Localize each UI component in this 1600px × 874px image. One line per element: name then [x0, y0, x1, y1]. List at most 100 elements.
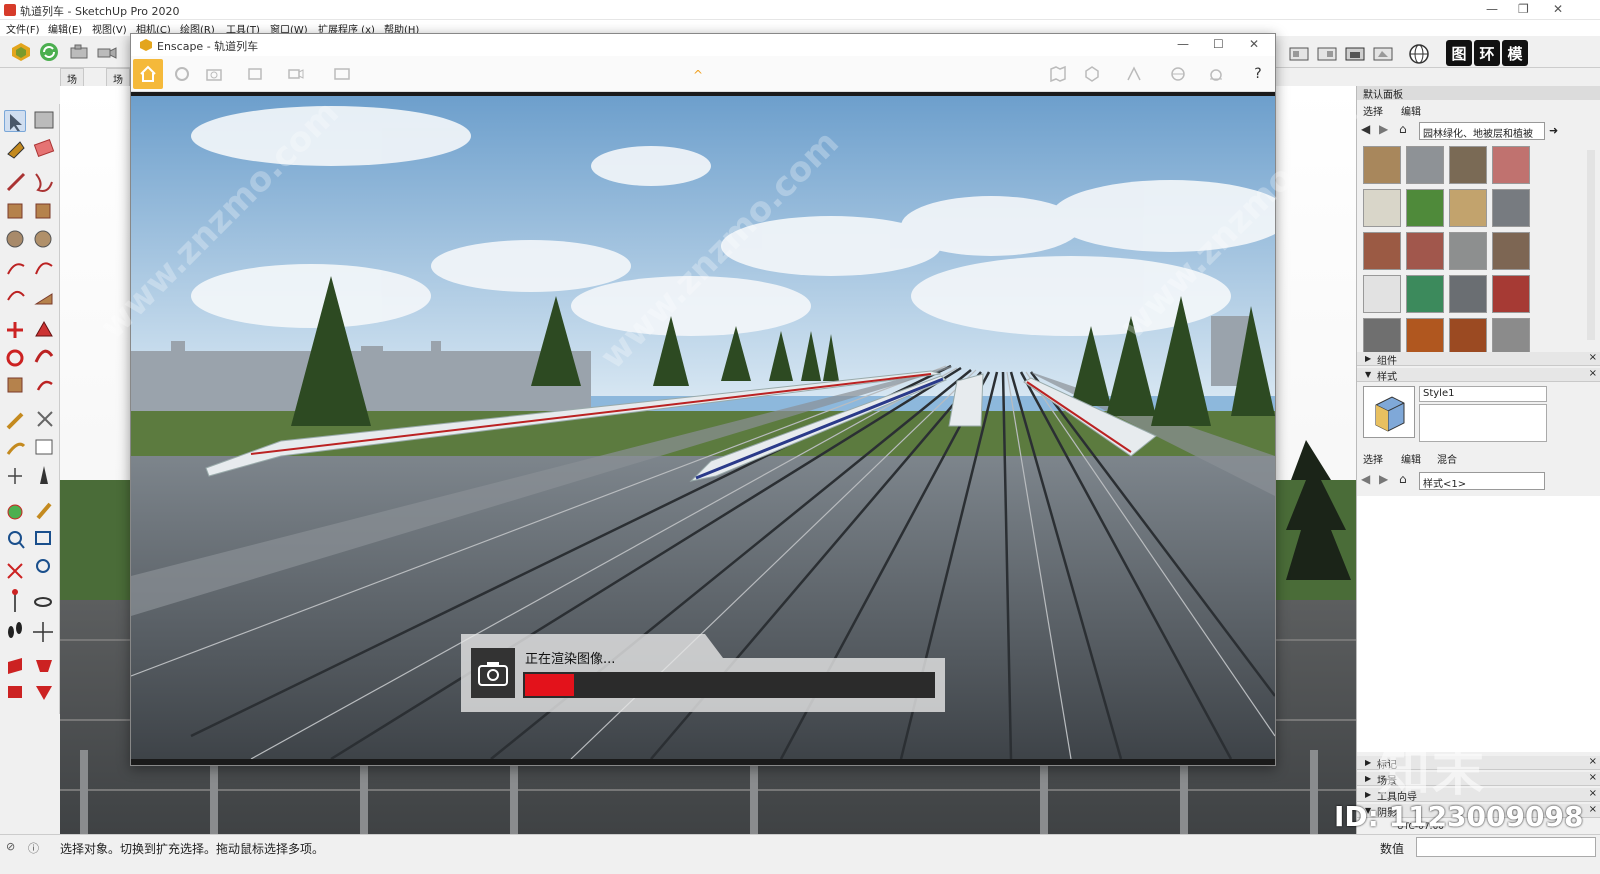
- warehouse-icon[interactable]: [4, 654, 26, 676]
- restore-icon[interactable]: ❐: [1518, 2, 1529, 16]
- export-icon[interactable]: [331, 64, 353, 84]
- plugin-button-2[interactable]: 环: [1474, 40, 1500, 66]
- enscape-minimize-icon[interactable]: —: [1177, 37, 1189, 51]
- eraser-icon[interactable]: [32, 140, 54, 162]
- menu-view[interactable]: 视图(V): [92, 21, 127, 36]
- material-swatch[interactable]: [1449, 275, 1487, 313]
- scale-tool-icon[interactable]: [4, 374, 26, 396]
- pie-tool-icon[interactable]: [32, 284, 54, 306]
- rotated-rectangle-icon[interactable]: [32, 202, 54, 224]
- geo-location-icon[interactable]: [1406, 41, 1432, 67]
- collapse-chevron-icon[interactable]: ^: [693, 68, 703, 82]
- text-tool-icon[interactable]: [32, 436, 54, 458]
- styles-forward-icon[interactable]: ▶: [1379, 472, 1388, 486]
- batch-render-icon[interactable]: [245, 64, 267, 84]
- follow-me-icon[interactable]: [32, 346, 54, 368]
- geo-status-icon[interactable]: ⊘: [6, 840, 15, 853]
- three-point-arc-icon[interactable]: [4, 284, 26, 306]
- push-pull-icon[interactable]: [32, 318, 54, 340]
- material-swatch[interactable]: [1363, 189, 1401, 227]
- scene-tab-1[interactable]: 场景号1: [60, 68, 84, 127]
- select-tool-icon[interactable]: [4, 110, 26, 132]
- component-tool-icon[interactable]: [32, 110, 54, 132]
- swatch-scrollbar[interactable]: [1587, 150, 1595, 340]
- asset-library-icon[interactable]: [1081, 64, 1103, 84]
- styles-home-icon[interactable]: ⌂: [1399, 472, 1407, 486]
- send-to-layout-icon[interactable]: [4, 682, 26, 704]
- styles-back-icon[interactable]: ◀: [1361, 472, 1370, 486]
- styles-dropdown[interactable]: 样式<1>: [1419, 472, 1545, 490]
- material-swatch[interactable]: [1492, 318, 1530, 356]
- previous-view-icon[interactable]: [32, 556, 54, 578]
- offset-tool-icon[interactable]: [32, 374, 54, 396]
- measurements-input[interactable]: [1416, 837, 1596, 857]
- material-swatch[interactable]: [1449, 318, 1487, 356]
- menu-file[interactable]: 文件(F): [6, 21, 40, 36]
- material-swatch[interactable]: [1492, 146, 1530, 184]
- pan-tool-icon[interactable]: [32, 500, 54, 522]
- style-name-field[interactable]: Style1: [1419, 386, 1547, 402]
- ruby-console-icon[interactable]: [32, 682, 54, 704]
- screenshot-icon[interactable]: [203, 64, 225, 84]
- plugin-button-1[interactable]: 图: [1446, 40, 1472, 66]
- back-arrow-icon[interactable]: ◀: [1361, 122, 1370, 136]
- video-editor-icon[interactable]: [285, 64, 307, 84]
- zoom-extents-icon[interactable]: [4, 556, 26, 578]
- help-icon[interactable]: ?: [1247, 64, 1269, 84]
- close-icon[interactable]: ✕: [1553, 2, 1563, 16]
- home-icon[interactable]: [133, 59, 163, 89]
- enscape-sync-icon[interactable]: [36, 39, 62, 65]
- details-arrow-icon[interactable]: ➜: [1549, 124, 1558, 137]
- material-swatch[interactable]: [1406, 232, 1444, 270]
- two-point-arc-icon[interactable]: [32, 258, 54, 280]
- info-icon[interactable]: ⓘ: [28, 840, 39, 856]
- look-around-icon[interactable]: [32, 590, 54, 612]
- style-description-field[interactable]: [1419, 404, 1547, 442]
- walk-tool-icon[interactable]: [4, 618, 26, 640]
- video-camera-icon[interactable]: [94, 39, 120, 65]
- vr-icon[interactable]: [1167, 64, 1189, 84]
- material-swatch[interactable]: [1406, 275, 1444, 313]
- orbit-tool-icon[interactable]: [4, 500, 26, 522]
- view-top-icon[interactable]: [1314, 41, 1340, 67]
- dimension-tool-icon[interactable]: [32, 408, 54, 430]
- material-swatch[interactable]: [1492, 275, 1530, 313]
- rotate-tool-icon[interactable]: [4, 346, 26, 368]
- rectangle-tool-icon[interactable]: [4, 202, 26, 224]
- enscape-render-viewport[interactable]: 正在渲染图像...: [131, 96, 1275, 759]
- material-swatch[interactable]: [1449, 189, 1487, 227]
- line-tool-icon[interactable]: [4, 172, 26, 194]
- components-section-header[interactable]: ▶ 组件 ×: [1357, 352, 1600, 367]
- protractor-icon[interactable]: [4, 436, 26, 458]
- material-swatch[interactable]: [1492, 189, 1530, 227]
- extension-warehouse-icon[interactable]: [32, 654, 54, 676]
- material-swatch[interactable]: [1492, 232, 1530, 270]
- view-right-icon[interactable]: [1370, 41, 1396, 67]
- enscape-maximize-icon[interactable]: ☐: [1213, 37, 1224, 51]
- map-icon[interactable]: [1047, 64, 1069, 84]
- material-swatch[interactable]: [1406, 146, 1444, 184]
- material-swatch[interactable]: [1363, 318, 1401, 356]
- scene-tab-2[interactable]: 场景: [106, 68, 130, 101]
- styles-tab-mix[interactable]: 混合: [1437, 451, 1457, 466]
- forward-arrow-icon[interactable]: ▶: [1379, 122, 1388, 136]
- circle-tool-icon[interactable]: [4, 228, 26, 250]
- material-swatch[interactable]: [1449, 232, 1487, 270]
- material-swatch[interactable]: [1406, 318, 1444, 356]
- material-library-dropdown[interactable]: 园林绿化、地被层和植被: [1419, 122, 1545, 140]
- view-iso-icon[interactable]: [1286, 41, 1312, 67]
- styles-tab-select[interactable]: 选择: [1363, 451, 1383, 466]
- views-icon[interactable]: [1123, 64, 1145, 84]
- materials-tab-select[interactable]: 选择: [1363, 103, 1383, 118]
- styles-section-header[interactable]: ▼ 样式 ×: [1357, 368, 1600, 383]
- polygon-tool-icon[interactable]: [32, 228, 54, 250]
- axes-tool-icon[interactable]: [4, 464, 26, 486]
- material-swatch[interactable]: [1449, 146, 1487, 184]
- styles-tab-edit[interactable]: 编辑: [1401, 451, 1421, 466]
- enscape-start-icon[interactable]: [8, 39, 34, 65]
- enscape-close-icon[interactable]: ✕: [1249, 37, 1259, 51]
- plugin-button-3[interactable]: 模: [1502, 40, 1528, 66]
- material-swatch[interactable]: [1406, 189, 1444, 227]
- menu-edit[interactable]: 编辑(E): [48, 21, 82, 36]
- visual-settings-icon[interactable]: [1205, 64, 1227, 84]
